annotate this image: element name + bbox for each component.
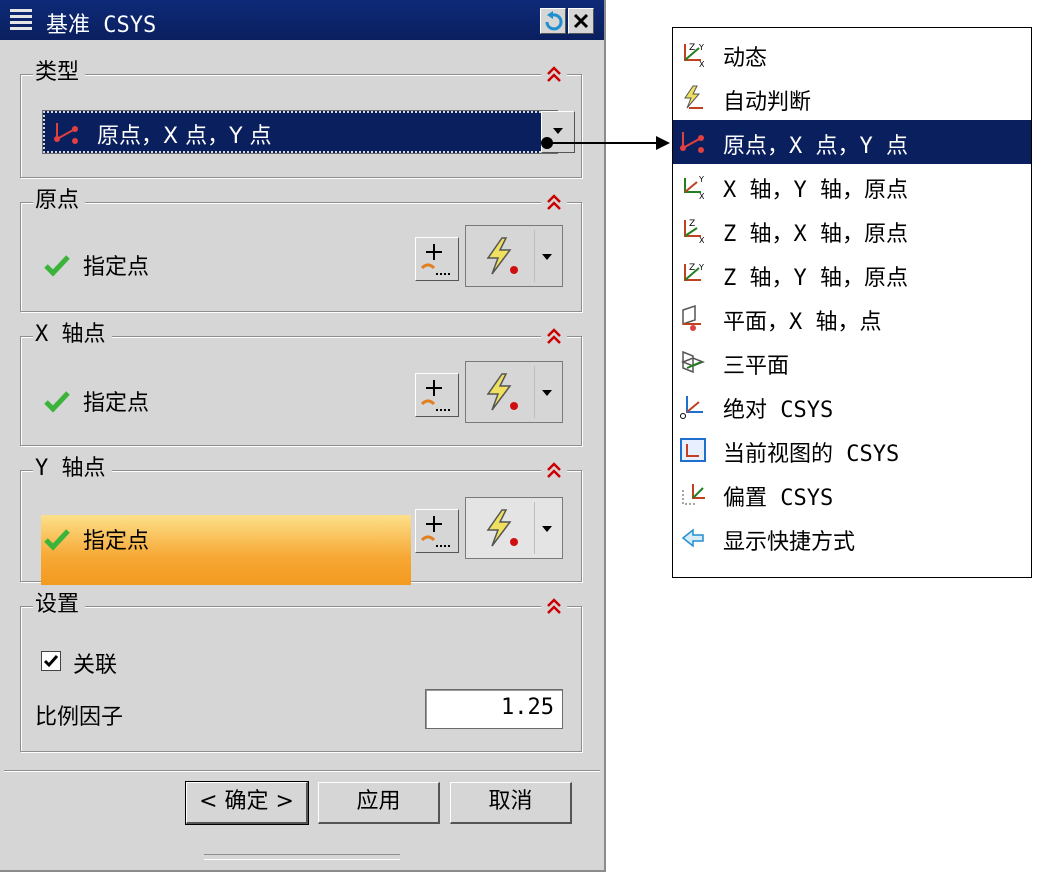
type-dropdown-list: ZY X 动态 自动判断 原点，X 点，Y 点 YX X 轴，Y 轴，原点 Z … — [672, 27, 1032, 578]
type-option-xaxis-yaxis-origin[interactable]: YX X 轴，Y 轴，原点 — [673, 164, 1031, 208]
svg-text:Z: Z — [689, 43, 695, 53]
type-option-zaxis-yaxis-origin[interactable]: ZY Z 轴，Y 轴，原点 — [673, 252, 1031, 296]
type-option-label: 平面，X 轴，点 — [723, 310, 882, 335]
type-option-plane-xaxis-point[interactable]: 平面，X 轴，点 — [673, 296, 1031, 340]
svg-text:Y: Y — [698, 43, 704, 52]
type-option-label: 当前视图的 CSYS — [723, 442, 900, 467]
xaxis-yaxis-origin-icon: YX — [684, 175, 705, 200]
type-option-label: Z 轴，X 轴，原点 — [723, 222, 908, 247]
type-option-zaxis-xaxis-origin[interactable]: ZX Z 轴，X 轴，原点 — [673, 208, 1031, 252]
svg-text:Y: Y — [698, 175, 704, 184]
svg-text:Y: Y — [698, 263, 704, 272]
type-option-label: 原点，X 点，Y 点 — [723, 134, 908, 159]
plane-xaxis-point-icon — [682, 304, 701, 331]
type-option-show-shortcuts[interactable]: 显示快捷方式 — [673, 516, 1031, 560]
dynamic-csys-icon: ZY X — [684, 43, 705, 68]
type-option-inferred[interactable]: 自动判断 — [673, 76, 1031, 120]
zaxis-xaxis-origin-icon: ZX — [684, 219, 705, 244]
type-option-offset-csys[interactable]: 偏置 CSYS — [673, 472, 1031, 516]
type-option-current-view-csys[interactable]: 当前视图的 CSYS — [673, 428, 1031, 472]
inferred-icon — [684, 85, 703, 109]
type-option-label: 绝对 CSYS — [723, 398, 834, 423]
zaxis-yaxis-origin-icon: ZY — [684, 263, 704, 281]
absolute-csys-icon — [680, 396, 703, 419]
offset-csys-icon — [682, 484, 705, 505]
svg-text:X: X — [699, 236, 705, 244]
type-option-label: 动态 — [723, 46, 768, 71]
type-option-label: Z 轴，Y 轴，原点 — [723, 266, 908, 291]
type-option-label: 偏置 CSYS — [723, 486, 834, 511]
type-option-label: 三平面 — [723, 354, 790, 379]
view-csys-icon — [680, 438, 706, 462]
type-option-origin-xpoint-ypoint[interactable]: 原点，X 点，Y 点 — [673, 120, 1031, 164]
type-option-label: 显示快捷方式 — [723, 530, 856, 555]
svg-text:Z: Z — [689, 263, 695, 273]
svg-text:X: X — [699, 192, 705, 200]
svg-text:Z: Z — [689, 219, 695, 229]
origin-xpoint-ypoint-icon — [680, 132, 704, 153]
type-option-absolute-csys[interactable]: 绝对 CSYS — [673, 384, 1031, 428]
show-shortcuts-icon — [681, 528, 704, 548]
type-option-dynamic[interactable]: ZY X 动态 — [673, 32, 1031, 76]
type-option-three-planes[interactable]: 三平面 — [673, 340, 1031, 384]
svg-text:X: X — [699, 60, 705, 68]
type-option-label: 自动判断 — [723, 90, 812, 115]
three-planes-icon — [680, 350, 706, 374]
type-option-label: X 轴，Y 轴，原点 — [723, 178, 908, 203]
